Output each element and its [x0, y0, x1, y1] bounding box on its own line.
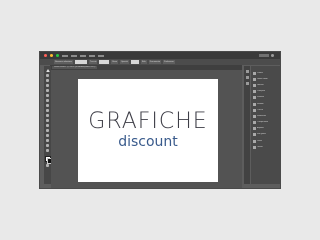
transparency-icon	[253, 121, 256, 125]
appearance-icon	[253, 127, 256, 131]
artboard[interactable]: GRAFICHE discount	[78, 79, 218, 182]
selection-status: Nessuna selezione	[54, 60, 73, 64]
workspace-switcher-icon[interactable]	[271, 54, 274, 57]
logo-discount-text: discount	[118, 134, 178, 150]
preferences-button[interactable]: Preferenze	[162, 60, 175, 64]
symbols-icon	[253, 102, 256, 106]
type-tool-icon[interactable]	[46, 89, 49, 92]
library-icon	[253, 83, 256, 87]
layers-panel-icon[interactable]	[245, 76, 249, 79]
rotate-tool-icon[interactable]	[46, 119, 49, 122]
rectangle-tool-icon[interactable]	[46, 99, 49, 102]
artboards-icon	[253, 145, 256, 149]
line-tool-icon[interactable]	[46, 94, 49, 97]
menu-bar-right	[259, 54, 274, 57]
canvas-workspace[interactable]: GRAFICHE discount	[51, 70, 242, 188]
color-guide-icon	[253, 77, 256, 81]
opacity-control[interactable]: Opacità	[119, 60, 129, 64]
app-window: Nessuna selezione Traccia Base Opacità S…	[40, 52, 280, 188]
stroke-weight-control[interactable]	[99, 60, 110, 64]
libraries-panel-icon[interactable]	[245, 82, 249, 85]
logo-grafiche-text: GRAFICHE	[88, 109, 208, 134]
eraser-tool-icon[interactable]	[46, 114, 49, 117]
paintbrush-tool-icon[interactable]	[46, 104, 49, 107]
hand-tool-icon[interactable]	[46, 144, 49, 147]
fill-stroke-swatches[interactable]	[44, 156, 53, 164]
menu-bar	[40, 52, 280, 59]
layers-icon	[253, 139, 256, 143]
style-control[interactable]: Stile	[140, 60, 147, 64]
menu-item-object[interactable]	[80, 54, 86, 57]
collapsed-panel-icons	[244, 66, 250, 184]
zoom-tool-icon[interactable]	[46, 149, 49, 152]
scale-tool-icon[interactable]	[46, 124, 49, 127]
style-swatch-control[interactable]	[130, 60, 139, 64]
panel-artboards[interactable]: Tavole	[251, 144, 280, 150]
document-setup-button[interactable]: Documento	[148, 60, 161, 64]
zoom-window-button[interactable]	[56, 54, 59, 57]
menu-item-file[interactable]	[62, 54, 68, 57]
edit-toolbar-icon[interactable]	[46, 164, 49, 167]
stroke-label: Traccia	[88, 60, 98, 64]
pencil-tool-icon[interactable]	[46, 109, 49, 112]
magic-wand-tool-icon[interactable]	[46, 79, 49, 82]
brush-style-control[interactable]: Base	[111, 60, 118, 64]
swatches-icon	[253, 90, 256, 94]
menu-item-edit[interactable]	[71, 54, 77, 57]
menu-item-type[interactable]	[89, 54, 95, 57]
fill-swatch-control[interactable]	[74, 60, 87, 64]
selection-tool-icon[interactable]	[45, 69, 50, 72]
width-tool-icon[interactable]	[46, 129, 49, 132]
brushes-icon	[253, 96, 256, 100]
graphic-styles-icon	[253, 133, 256, 137]
minimize-window-button[interactable]	[50, 54, 53, 57]
document-tab[interactable]: Senza titolo-1 @ 100% (RGB/Anteprima GPU…	[52, 66, 98, 69]
menu-item-select[interactable]	[98, 54, 104, 57]
color-icon	[253, 71, 256, 75]
shape-builder-tool-icon[interactable]	[46, 134, 49, 137]
close-window-button[interactable]	[44, 54, 47, 57]
pen-tool-icon[interactable]	[46, 84, 49, 87]
stroke-icon	[253, 108, 256, 112]
search-input[interactable]	[259, 54, 269, 57]
gradient-icon	[253, 114, 256, 118]
direct-selection-tool-icon[interactable]	[46, 74, 49, 77]
tools-panel	[44, 66, 53, 184]
panel-dock: Colore Guida colori Libreria Campioni Pe…	[251, 66, 280, 184]
eyedropper-tool-icon[interactable]	[46, 139, 49, 142]
properties-panel-icon[interactable]	[245, 70, 249, 73]
